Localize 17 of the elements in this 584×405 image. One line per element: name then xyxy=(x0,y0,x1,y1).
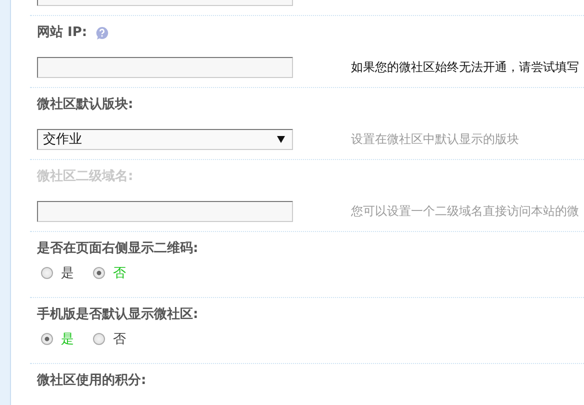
hint-text: 如果您的微社区始终无法开通，请尝试填写 xyxy=(351,58,579,76)
dropdown-field[interactable]: 交作业 xyxy=(37,128,293,150)
setting-label: 微社区默认版块: xyxy=(37,98,134,112)
radio-label[interactable]: 是 xyxy=(61,264,74,282)
setting-label: 是否在页面右侧显示二维码: xyxy=(37,242,198,256)
radio-button[interactable] xyxy=(93,333,105,345)
hint-text: 您可以设置一个二级域名直接访问本站的微 xyxy=(351,202,579,220)
input-field[interactable] xyxy=(37,56,293,78)
radio-label[interactable]: 否 xyxy=(113,330,126,348)
caret-icon xyxy=(277,136,285,142)
hint-text: 设置在微社区中默认显示的版块 xyxy=(351,130,519,148)
radio-button[interactable] xyxy=(41,267,53,279)
setting-label: 网站 IP: xyxy=(37,26,88,40)
radio-button[interactable] xyxy=(93,267,105,279)
setting-label: 微社区使用的积分: xyxy=(37,374,146,388)
radio-button[interactable] xyxy=(41,333,53,345)
setting-label: 手机版是否默认显示微社区: xyxy=(37,308,198,322)
